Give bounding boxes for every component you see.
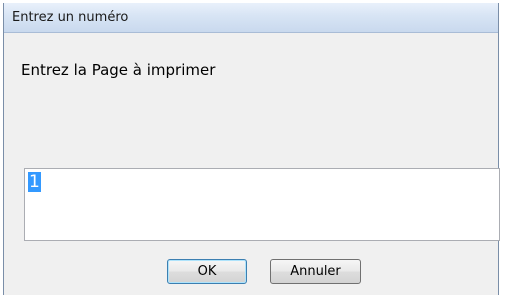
title-bar[interactable]: Entrez un numéro: [4, 3, 498, 33]
page-number-input[interactable]: 1: [24, 168, 500, 241]
ok-button[interactable]: OK: [167, 259, 247, 284]
window-title: Entrez un numéro: [12, 10, 129, 25]
number-input-dialog: Entrez un numéro Entrez la Page à imprim…: [3, 3, 500, 295]
cancel-button[interactable]: Annuler: [270, 259, 361, 284]
prompt-label: Entrez la Page à imprimer: [21, 61, 216, 79]
page-number-value: 1: [28, 172, 41, 192]
